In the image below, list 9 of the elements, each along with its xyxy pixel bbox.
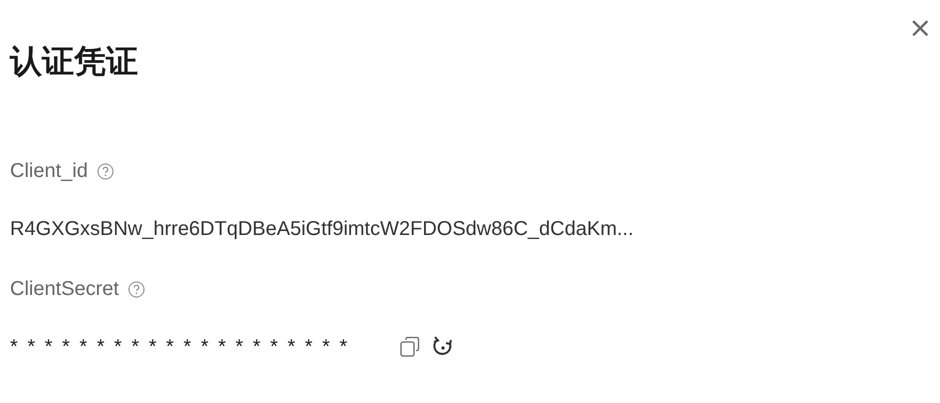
copy-icon[interactable] — [399, 336, 422, 358]
field-label: ClientSecret — [10, 277, 119, 302]
field-value: * * * * * * * * * * * * * * * * * * * * — [10, 335, 350, 360]
field-label: Client_id — [10, 159, 88, 184]
dialog-title: 认证凭证 — [10, 42, 139, 81]
field-value: R4GXGxsBNw_hrre6DTqDBeA5iGtf9imtcW2FDOSdw86C_dCdaKm... — [10, 217, 634, 242]
help-icon[interactable] — [96, 162, 114, 180]
help-icon[interactable] — [128, 280, 145, 298]
close-button[interactable]: × — [904, 14, 936, 42]
